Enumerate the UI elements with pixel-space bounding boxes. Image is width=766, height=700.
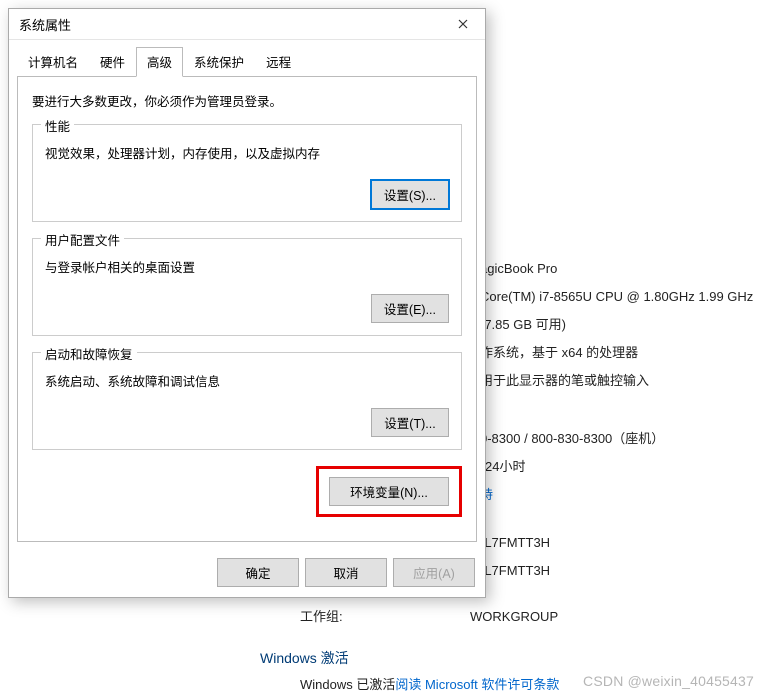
environment-variables-button[interactable]: 环境变量(N)...: [329, 477, 449, 506]
startup-recovery-desc: 系统启动、系统故障和调试信息: [45, 371, 449, 390]
user-profile-settings-button[interactable]: 设置(E)...: [371, 294, 449, 323]
apply-button[interactable]: 应用(A): [393, 558, 475, 587]
tab-panel-advanced: 要进行大多数更改，你必须作为管理员登录。 性能 视觉效果，处理器计划，内存使用，…: [17, 76, 477, 542]
system-properties-dialog: 系统属性 计算机名 硬件 高级 系统保护 远程 要进行大多数更改，你必须作为管理…: [8, 8, 486, 598]
user-profile-group: 用户配置文件 与登录帐户相关的桌面设置 设置(E)...: [32, 238, 462, 336]
user-profile-legend: 用户配置文件: [41, 230, 124, 249]
performance-desc: 视觉效果，处理器计划，内存使用，以及虚拟内存: [45, 143, 449, 162]
close-button[interactable]: [441, 9, 485, 39]
support-hours: *24小时: [480, 454, 760, 480]
model-partial: agicBook Pro: [480, 256, 760, 282]
tab-remote[interactable]: 远程: [255, 47, 302, 77]
close-icon: [458, 19, 468, 29]
startup-recovery-settings-button[interactable]: 设置(T)...: [371, 408, 449, 437]
tab-system-protection[interactable]: 系统保护: [183, 47, 255, 77]
activation-terms-link[interactable]: 阅读 Microsoft 软件许可条款: [395, 672, 559, 698]
computer-name-2: -L7FMTT3H: [480, 558, 760, 584]
workgroup-value: WORKGROUP: [470, 604, 760, 630]
pen-touch-value: 用于此显示器的笔或触控输入: [480, 368, 760, 394]
ok-button[interactable]: 确定: [217, 558, 299, 587]
dialog-button-row: 确定 取消 应用(A): [9, 550, 485, 597]
tab-hardware[interactable]: 硬件: [89, 47, 136, 77]
processor-value: Core(TM) i7-8565U CPU @ 1.80GHz 1.99 GHz: [480, 284, 760, 310]
system-type-value: 作系统，基于 x64 的处理器: [480, 340, 760, 366]
workgroup-label: 工作组:: [300, 604, 470, 630]
support-phone: 0-8300 / 800-830-8300（座机）: [480, 426, 760, 452]
activation-section-title: Windows 激活: [260, 644, 760, 672]
env-var-highlight: 环境变量(N)...: [316, 466, 462, 517]
user-profile-desc: 与登录帐户相关的桌面设置: [45, 257, 449, 276]
performance-group: 性能 视觉效果，处理器计划，内存使用，以及虚拟内存 设置(S)...: [32, 124, 462, 222]
phone-letter: |: [480, 228, 760, 254]
performance-settings-button[interactable]: 设置(S)...: [371, 180, 449, 209]
computer-name-1: -L7FMTT3H: [480, 530, 760, 556]
tab-computer-name[interactable]: 计算机名: [17, 47, 89, 77]
ram-value: (7.85 GB 可用): [480, 312, 760, 338]
tab-strip: 计算机名 硬件 高级 系统保护 远程: [9, 40, 485, 76]
tab-advanced[interactable]: 高级: [136, 47, 183, 77]
startup-recovery-group: 启动和故障恢复 系统启动、系统故障和调试信息 设置(T)...: [32, 352, 462, 450]
cancel-button[interactable]: 取消: [305, 558, 387, 587]
admin-intro-text: 要进行大多数更改，你必须作为管理员登录。: [32, 91, 462, 110]
activation-status: Windows 已激活: [300, 672, 395, 698]
dialog-titlebar: 系统属性: [9, 9, 485, 40]
left-page-strip: [0, 0, 3, 695]
startup-recovery-legend: 启动和故障恢复: [41, 344, 137, 363]
dialog-title: 系统属性: [19, 15, 441, 34]
performance-legend: 性能: [41, 116, 74, 135]
